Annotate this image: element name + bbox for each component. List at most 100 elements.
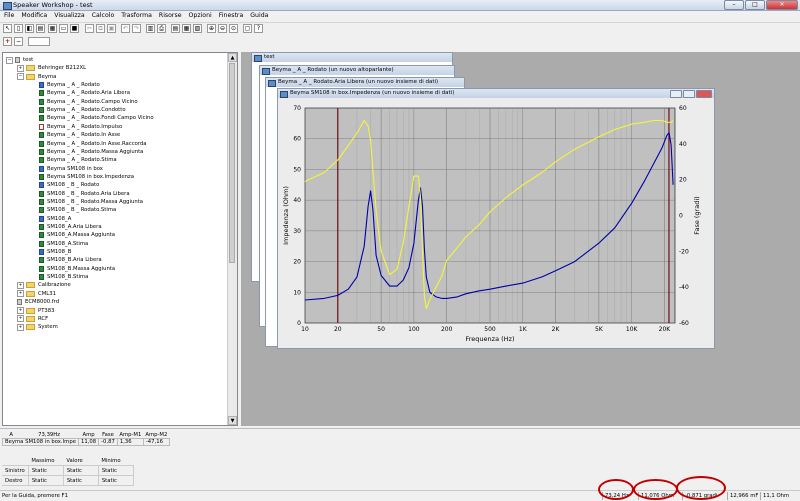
marker-massimo-value[interactable]: Static xyxy=(27,465,64,476)
tree-item[interactable]: SM108_A xyxy=(39,215,71,223)
tree-scrollbar[interactable]: ▲ ▼ xyxy=(227,53,237,425)
save-icon[interactable]: ■ xyxy=(70,24,79,33)
table-row[interactable]: Beyma SM108 in box.Impe 11,08 -0,87 1,36… xyxy=(2,438,170,446)
marker-massimo-value[interactable]: Static xyxy=(27,475,64,486)
tree-item-label: Behringer B212XL xyxy=(38,65,87,72)
new-chart-icon[interactable]: ▦ xyxy=(48,24,57,33)
expand-icon[interactable]: + xyxy=(17,281,24,289)
tree-item[interactable]: ECM8000.frd xyxy=(17,298,59,306)
add-icon[interactable]: + xyxy=(3,37,12,46)
expand-icon[interactable]: + xyxy=(17,323,24,331)
tree-item[interactable]: Beyma _ A _ Rodato.Impulso xyxy=(39,123,122,131)
mark-icon[interactable]: ▧ xyxy=(193,24,202,33)
cursor-tool-icon[interactable]: ↖ xyxy=(3,24,12,33)
tree-folder[interactable]: + Behringer B212XL xyxy=(17,64,86,72)
resource-tree[interactable]: − test + Behringer B212XL − Beyma Beyma _ A … xyxy=(2,52,238,426)
expand-icon[interactable]: + xyxy=(17,290,24,298)
expand-icon[interactable]: + xyxy=(17,315,24,323)
new-driver-icon[interactable]: ◧ xyxy=(25,24,34,33)
tree-item[interactable]: SM108 _ B _ Rodato xyxy=(39,181,99,189)
help-icon[interactable]: ? xyxy=(254,24,263,33)
tree-item[interactable]: SM108_B.Massa Aggiunta xyxy=(39,265,115,273)
cut-icon[interactable]: ✂ xyxy=(85,24,94,33)
tree-item[interactable]: Beyma _ A _ Rodato.Massa Aggiunta xyxy=(39,148,143,156)
scroll-up-icon[interactable]: ▲ xyxy=(228,53,237,62)
menu-visualizza[interactable]: Visualizza xyxy=(54,11,84,21)
tree-item[interactable]: SM108 _ B _ Rodato.Massa Aggiunta xyxy=(39,198,143,206)
tree-item[interactable]: SM108_A.Massa Aggiunta xyxy=(39,231,115,239)
tree-folder[interactable]: + CML31 xyxy=(17,290,56,298)
menu-opzioni[interactable]: Opzioni xyxy=(189,11,212,21)
print-preview-icon[interactable]: ▢ xyxy=(243,24,252,33)
marker-valore-value[interactable]: Static xyxy=(62,475,99,486)
copy-icon[interactable]: ⧉ xyxy=(96,24,105,33)
chart-view-icon[interactable]: ▥ xyxy=(146,24,155,33)
paste-icon[interactable]: ▣ xyxy=(107,24,116,33)
zoom-fit-icon[interactable]: ⊙ xyxy=(229,24,238,33)
minimize-button[interactable] xyxy=(670,90,682,98)
remove-icon[interactable]: − xyxy=(14,37,23,46)
menu-trasforma[interactable]: Trasforma xyxy=(121,11,152,21)
menu-finestra[interactable]: Finestra xyxy=(219,11,244,21)
window-titlebar[interactable]: Beyma _ A _ Rodato.Aria Libera (un nuovo… xyxy=(266,78,464,87)
tree-item[interactable]: SM108_B.Aria Libera xyxy=(39,256,102,264)
undo-icon[interactable]: ↶ xyxy=(121,24,130,33)
blank-tool-button[interactable] xyxy=(28,37,50,46)
collapse-icon[interactable]: − xyxy=(17,73,24,81)
tree-item[interactable]: SM108_A.Aria Libera xyxy=(39,223,102,231)
zoom-in-icon[interactable]: ⊕ xyxy=(207,24,216,33)
collapse-icon[interactable]: − xyxy=(6,56,13,64)
maximize-button[interactable]: □ xyxy=(745,0,765,10)
scroll-down-icon[interactable]: ▼ xyxy=(228,416,237,425)
tree-root[interactable]: − test xyxy=(6,56,33,64)
new-folder-icon[interactable]: ▤ xyxy=(36,24,45,33)
tree-folder[interactable]: + RCF xyxy=(17,315,48,323)
marker-valore-value[interactable]: Static xyxy=(62,465,99,476)
print-icon[interactable]: ⎙ xyxy=(157,24,166,33)
tree-folder[interactable]: + Calibrazione xyxy=(17,281,71,289)
tree-folder[interactable]: + PT383 xyxy=(17,307,55,315)
window-titlebar[interactable]: test xyxy=(252,53,452,62)
close-button[interactable] xyxy=(696,90,712,98)
window-titlebar[interactable]: Beyma SM108 in box.Impedenza (un nuovo i… xyxy=(278,89,714,98)
menu-calcolo[interactable]: Calcolo xyxy=(92,11,115,21)
tree-item[interactable]: Beyma SM108 in box xyxy=(39,165,103,173)
tree-item[interactable]: Beyma SM108 in box.Impedenza xyxy=(39,173,134,181)
tree-item[interactable]: SM108 _ B _ Rodato.Aria Libera xyxy=(39,190,130,198)
menu-file[interactable]: File xyxy=(4,11,14,21)
tree-item[interactable]: Beyma _ A _ Rodato.In Asse xyxy=(39,131,120,139)
scroll-thumb[interactable] xyxy=(229,63,235,263)
tree-item[interactable]: SM108_A.Stima xyxy=(39,240,88,248)
tree-folder[interactable]: + System xyxy=(17,323,58,331)
window-titlebar[interactable]: Beyma _ A _ Rodato (un nuovo altoparlant… xyxy=(260,66,454,75)
window-tile-icon[interactable]: ▤ xyxy=(171,24,180,33)
tree-item[interactable]: SM108 _ B _ Rodato.Stima xyxy=(39,206,116,214)
marker-minimo-value[interactable]: Static xyxy=(97,475,134,486)
tree-item[interactable]: Beyma _ A _ Rodato.Condotto xyxy=(39,106,126,114)
calculate-icon[interactable]: ▦ xyxy=(182,24,191,33)
tree-item[interactable]: SM108_B.Stima xyxy=(39,273,88,281)
new-file-icon[interactable]: ▯ xyxy=(14,24,23,33)
open-icon[interactable]: ▭ xyxy=(59,24,68,33)
menu-guida[interactable]: Guida xyxy=(250,11,268,21)
window-impedance[interactable]: Beyma SM108 in box.Impedenza (un nuovo i… xyxy=(277,88,715,349)
tree-item[interactable]: Beyma _ A _ Rodato.Aria Libera xyxy=(39,89,130,97)
zoom-out-icon[interactable]: ⊖ xyxy=(218,24,227,33)
tree-item[interactable]: Beyma _ A _ Rodato.Stima xyxy=(39,156,117,164)
tree-item[interactable]: SM108_B xyxy=(39,248,71,256)
minimize-button[interactable]: – xyxy=(724,0,744,10)
impedance-chart[interactable]: 10 20 50 100 200 500 1K 2K 5K 10K 20K0102030405060… xyxy=(278,98,714,348)
redo-icon[interactable]: ↷ xyxy=(132,24,141,33)
marker-minimo-value[interactable]: Static xyxy=(97,465,134,476)
tree-item[interactable]: Beyma _ A _ Rodato.In Asse.Raccorda xyxy=(39,140,147,148)
tree-folder[interactable]: − Beyma xyxy=(17,73,56,81)
menu-modifica[interactable]: Modifica xyxy=(21,11,47,21)
maximize-button[interactable] xyxy=(683,90,695,98)
expand-icon[interactable]: + xyxy=(17,307,24,314)
tree-item[interactable]: Beyma _ A _ Rodato.Fondi Campo Vicino xyxy=(39,114,154,122)
expand-icon[interactable]: + xyxy=(17,64,24,72)
menu-risorse[interactable]: Risorse xyxy=(159,11,182,21)
tree-item[interactable]: Beyma _ A _ Rodato.Campo Vicino xyxy=(39,98,138,106)
close-button[interactable]: ✕ xyxy=(766,0,798,10)
tree-item[interactable]: Beyma _ A _ Rodato xyxy=(39,81,100,89)
